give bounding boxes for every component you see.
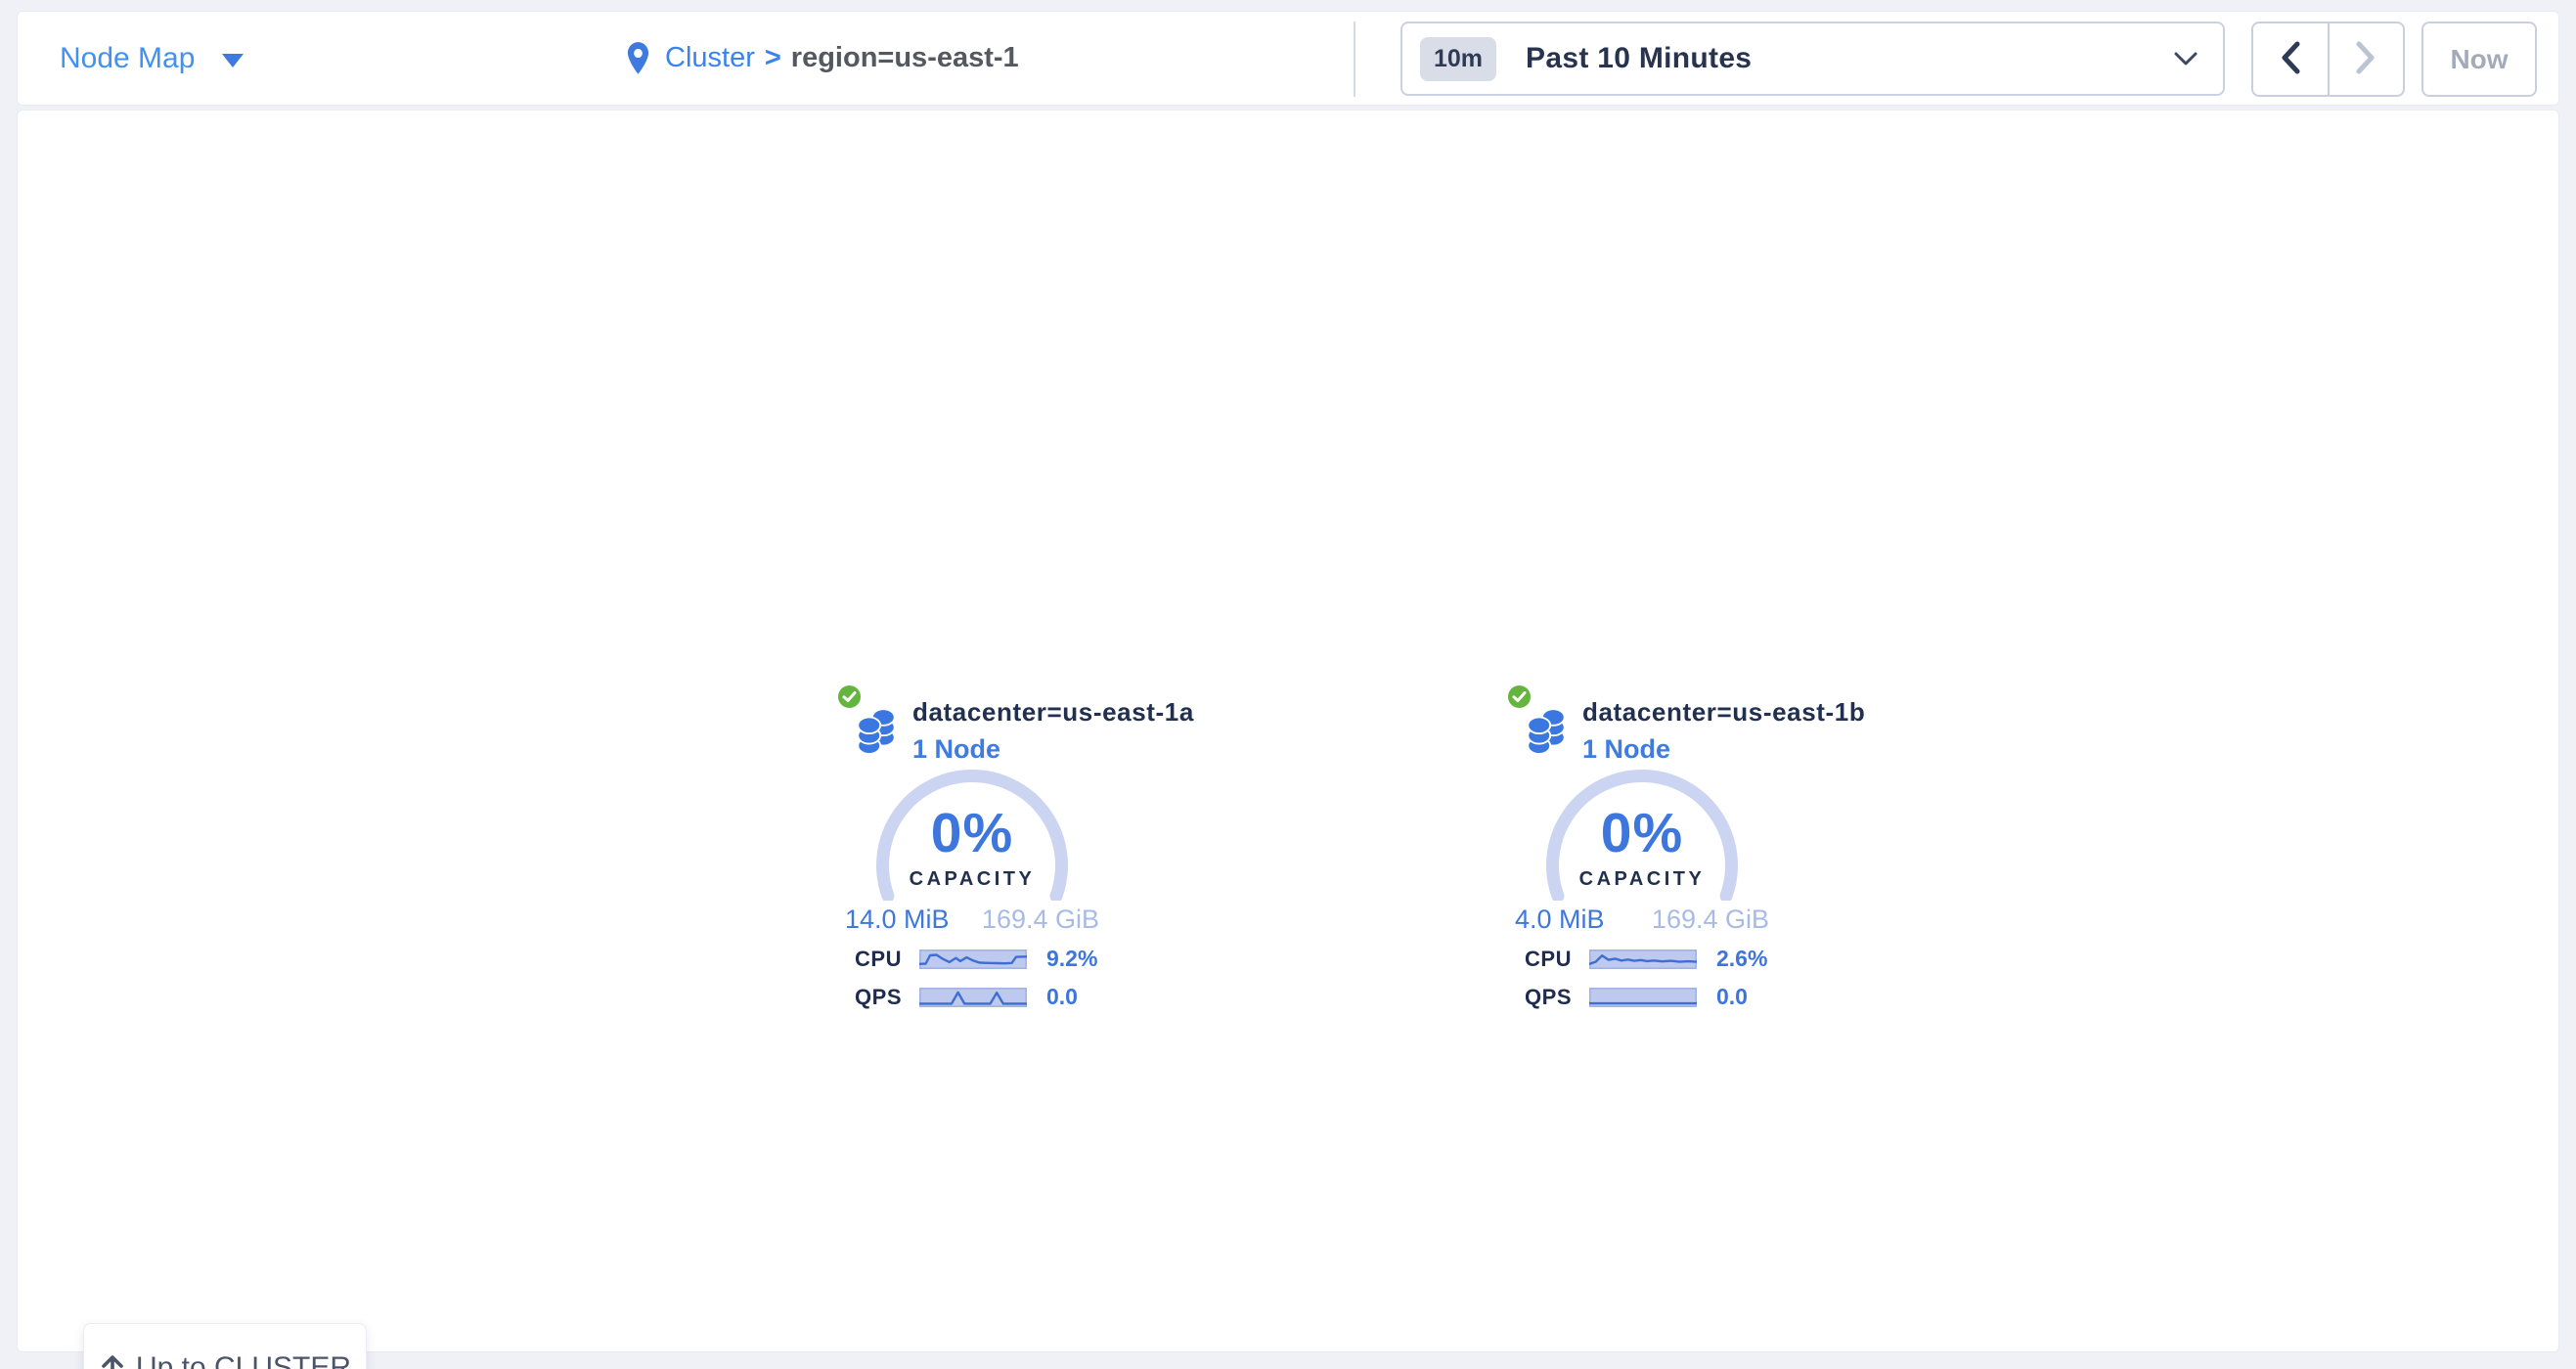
capacity-label: CAPACITY bbox=[874, 868, 1070, 891]
cpu-value: 9.2% bbox=[1046, 946, 1097, 972]
qps-label: QPS bbox=[816, 985, 902, 1010]
forward-arrow-icon bbox=[2355, 41, 2376, 77]
breadcrumb-separator: > bbox=[765, 42, 781, 74]
database-stack-icon bbox=[856, 705, 897, 756]
up-arrow-icon bbox=[99, 1353, 126, 1369]
datacenter-node-count: 1 Node bbox=[912, 734, 1246, 765]
datacenter-node-count: 1 Node bbox=[1582, 734, 1916, 765]
time-range-label: Past 10 Minutes bbox=[1526, 42, 1752, 75]
qps-label: QPS bbox=[1486, 985, 1572, 1010]
qps-metric-row: QPS 0.0 bbox=[816, 984, 1246, 1010]
capacity-total: 169.4 GiB bbox=[1652, 905, 1769, 935]
capacity-gauge: 0% CAPACITY bbox=[1544, 768, 1740, 901]
cpu-sparkline bbox=[1589, 949, 1697, 969]
cpu-value: 2.6% bbox=[1716, 946, 1767, 972]
qps-value: 0.0 bbox=[1716, 984, 1748, 1010]
view-selector-label: Node Map bbox=[60, 42, 195, 75]
datacenter-card-us-east-1b[interactable]: datacenter=us-east-1b 1 Node 0% CAPACITY… bbox=[1486, 678, 1916, 1022]
breadcrumb: Cluster > region=us-east-1 bbox=[625, 12, 1019, 105]
cpu-label: CPU bbox=[1486, 947, 1572, 972]
up-to-cluster-button[interactable]: Up to CLUSTER bbox=[83, 1323, 367, 1369]
database-stack-icon bbox=[1526, 705, 1567, 756]
cpu-metric-row: CPU 9.2% bbox=[816, 946, 1246, 972]
header-divider bbox=[1354, 22, 1355, 97]
node-map-canvas: datacenter=us-east-1a 1 Node 0% CAPACITY… bbox=[17, 110, 2559, 1352]
qps-value: 0.0 bbox=[1046, 984, 1078, 1010]
capacity-label: CAPACITY bbox=[1544, 868, 1740, 891]
datacenter-card-us-east-1a[interactable]: datacenter=us-east-1a 1 Node 0% CAPACITY… bbox=[816, 678, 1246, 1022]
capacity-gauge: 0% CAPACITY bbox=[874, 768, 1070, 901]
up-to-cluster-label: Up to CLUSTER bbox=[136, 1351, 351, 1369]
cpu-label: CPU bbox=[816, 947, 902, 972]
datacenter-title: datacenter=us-east-1a bbox=[912, 697, 1246, 728]
capacity-used: 4.0 MiB bbox=[1515, 905, 1605, 935]
qps-sparkline bbox=[919, 988, 1027, 1007]
time-range-dropdown[interactable]: 10m Past 10 Minutes bbox=[1400, 22, 2225, 96]
time-back-button[interactable] bbox=[2253, 23, 2328, 95]
now-button[interactable]: Now bbox=[2421, 22, 2537, 97]
qps-metric-row: QPS 0.0 bbox=[1486, 984, 1916, 1010]
datacenter-title: datacenter=us-east-1b bbox=[1582, 697, 1916, 728]
capacity-total: 169.4 GiB bbox=[982, 905, 1099, 935]
topbar: Node Map Cluster > region=us-east-1 10m … bbox=[17, 11, 2559, 106]
breadcrumb-cluster-link[interactable]: Cluster bbox=[665, 42, 755, 74]
time-nav-group bbox=[2251, 22, 2405, 97]
qps-sparkline bbox=[1589, 988, 1697, 1007]
capacity-used: 14.0 MiB bbox=[845, 905, 950, 935]
back-arrow-icon bbox=[2280, 41, 2301, 77]
cpu-metric-row: CPU 2.6% bbox=[1486, 946, 1916, 972]
cpu-sparkline bbox=[919, 949, 1027, 969]
dropdown-chevron-icon bbox=[2174, 52, 2198, 66]
time-forward-button[interactable] bbox=[2328, 23, 2404, 95]
view-selector-dropdown[interactable]: Node Map bbox=[60, 12, 244, 105]
capacity-percent: 0% bbox=[1544, 801, 1740, 865]
view-caret-icon bbox=[222, 54, 244, 67]
breadcrumb-current: region=us-east-1 bbox=[791, 42, 1019, 74]
time-range-badge: 10m bbox=[1420, 37, 1496, 81]
location-pin-icon bbox=[625, 41, 651, 75]
capacity-percent: 0% bbox=[874, 801, 1070, 865]
node-map-page: Node Map Cluster > region=us-east-1 10m … bbox=[0, 0, 2576, 1369]
